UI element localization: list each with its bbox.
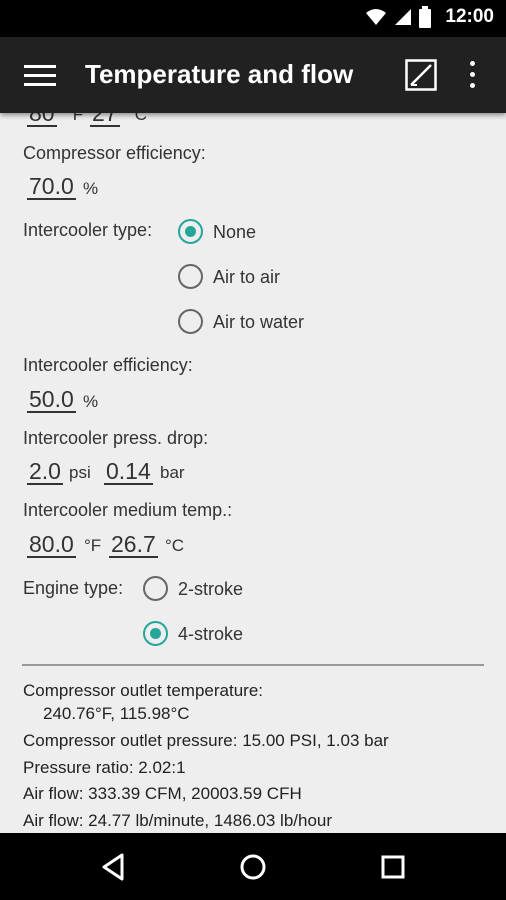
air-flow-cfm-result: Air flow: 333.39 CFM, 20003.59 CFH bbox=[23, 784, 302, 803]
status-icons: 12:00 bbox=[365, 6, 494, 28]
compressor-efficiency-unit: % bbox=[83, 179, 99, 198]
intercooler-air-to-air-label[interactable]: Air to air bbox=[213, 267, 280, 288]
compressor-efficiency-label: Compressor efficiency: bbox=[23, 143, 206, 163]
engine-2-stroke-label[interactable]: 2-stroke bbox=[178, 579, 243, 600]
engine-4-stroke-radio[interactable] bbox=[143, 621, 168, 646]
press-drop-psi-unit: psi bbox=[69, 463, 91, 482]
status-bar: 12:00 bbox=[0, 0, 506, 37]
home-icon[interactable] bbox=[235, 849, 271, 885]
intercooler-efficiency-input[interactable]: 50.0 bbox=[27, 387, 76, 413]
battery-icon bbox=[419, 6, 432, 28]
engine-type-label: Engine type: bbox=[23, 578, 124, 598]
press-drop-psi-input[interactable]: 2.0 bbox=[27, 459, 63, 485]
app-bar: Temperature and flow bbox=[0, 37, 506, 113]
navigation-bar bbox=[0, 833, 506, 900]
engine-4-stroke-label[interactable]: 4-stroke bbox=[178, 624, 243, 645]
intercooler-medium-temp-label: Intercooler medium temp.: bbox=[23, 500, 233, 520]
menu-icon[interactable] bbox=[24, 65, 56, 87]
medium-temp-c-unit: °C bbox=[165, 536, 185, 555]
intercooler-air-to-water-label[interactable]: Air to water bbox=[213, 312, 304, 333]
partial-temp-c-unit: °C bbox=[128, 113, 148, 124]
air-flow-lb-result: Air flow: 24.77 lb/minute, 1486.03 lb/ho… bbox=[23, 811, 333, 830]
signal-icon bbox=[395, 9, 412, 25]
press-drop-bar-unit: bar bbox=[160, 463, 185, 482]
intercooler-efficiency-unit: % bbox=[83, 392, 99, 411]
page-title: Temperature and flow bbox=[85, 59, 354, 89]
partial-temp-c-input[interactable]: 27 bbox=[90, 113, 120, 127]
intercooler-air-to-water-radio[interactable] bbox=[178, 309, 203, 334]
intercooler-air-to-air-radio[interactable] bbox=[178, 264, 203, 289]
intercooler-none-radio[interactable] bbox=[178, 219, 203, 244]
back-icon[interactable] bbox=[96, 849, 132, 885]
medium-temp-f-unit: °F bbox=[84, 536, 102, 555]
partial-temp-f-input[interactable]: 80 bbox=[27, 113, 57, 127]
status-time: 12:00 bbox=[445, 6, 494, 27]
intercooler-press-drop-label: Intercooler press. drop: bbox=[23, 428, 209, 448]
divider bbox=[22, 664, 484, 666]
press-drop-bar-input[interactable]: 0.14 bbox=[104, 459, 153, 485]
partial-temp-f-unit: °F bbox=[66, 113, 84, 124]
outlet-pressure-result: Compressor outlet pressure: 15.00 PSI, 1… bbox=[23, 731, 389, 750]
medium-temp-c-input[interactable]: 26.7 bbox=[109, 532, 158, 558]
more-vert-icon[interactable] bbox=[465, 61, 481, 91]
content: 80 °F 27 °C Compressor efficiency: 70.0 … bbox=[0, 113, 506, 833]
outlet-temp-label: Compressor outlet temperature: bbox=[23, 681, 263, 700]
medium-temp-f-input[interactable]: 80.0 bbox=[27, 532, 76, 558]
pressure-ratio-result: Pressure ratio: 2.02:1 bbox=[23, 758, 186, 777]
edit-icon[interactable] bbox=[405, 59, 437, 91]
intercooler-none-label[interactable]: None bbox=[213, 222, 256, 243]
outlet-temp-value: 240.76°F, 115.98°C bbox=[43, 704, 190, 723]
wifi-icon bbox=[366, 9, 387, 25]
intercooler-type-label: Intercooler type: bbox=[23, 220, 153, 240]
compressor-efficiency-input[interactable]: 70.0 bbox=[27, 174, 76, 200]
intercooler-efficiency-label: Intercooler efficiency: bbox=[23, 355, 193, 375]
engine-2-stroke-radio[interactable] bbox=[143, 576, 168, 601]
recents-icon[interactable] bbox=[375, 849, 411, 885]
